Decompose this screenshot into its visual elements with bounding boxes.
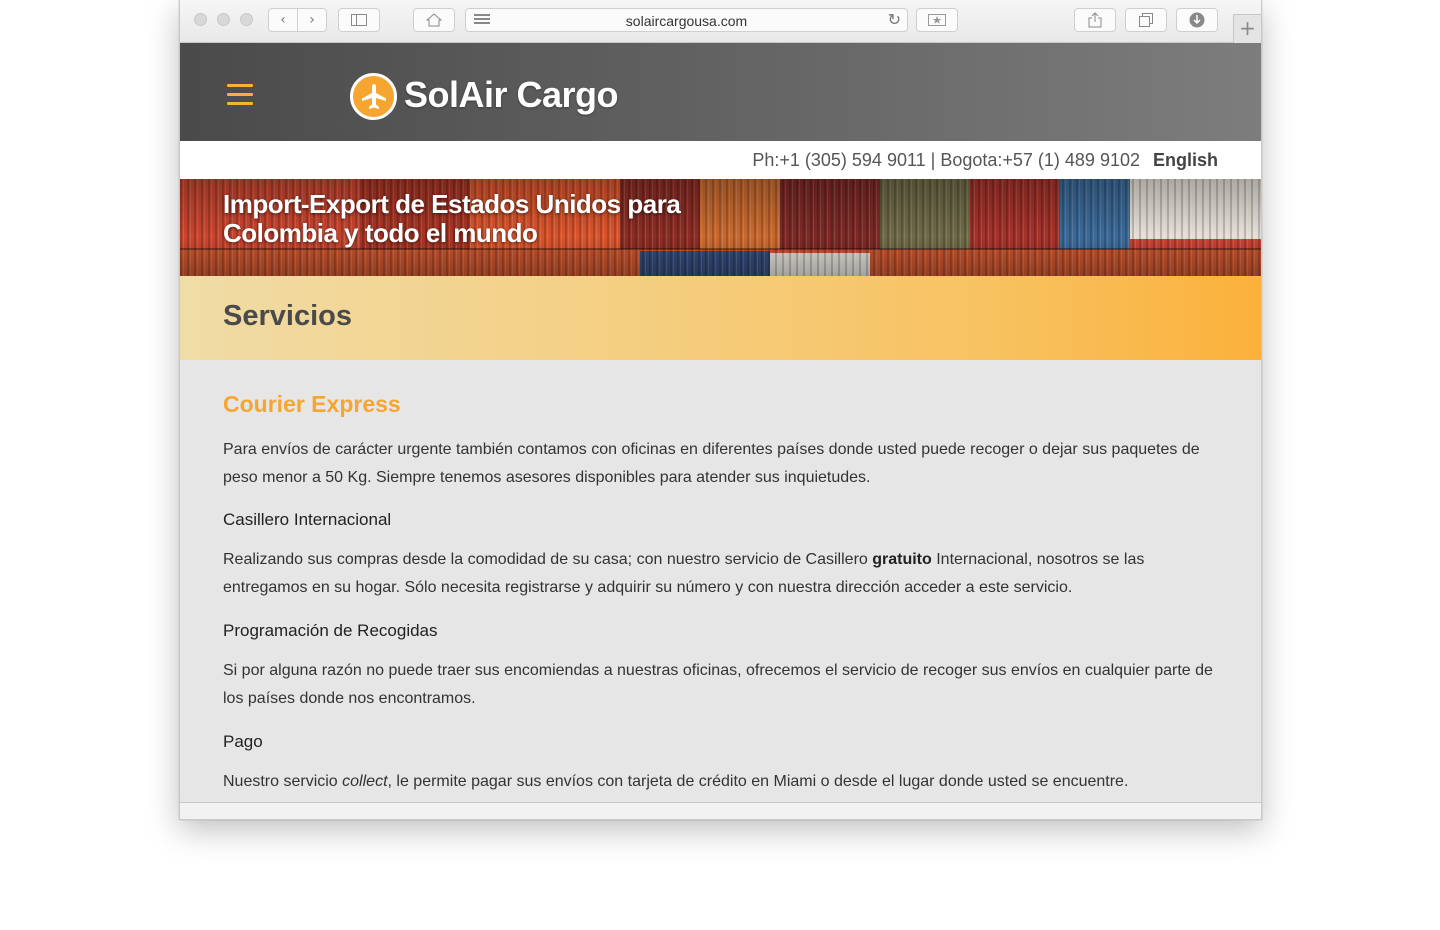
bookmark-button[interactable] <box>916 8 958 32</box>
courier-express-text: Para envíos de carácter urgente también … <box>223 441 1200 486</box>
share-icon <box>1088 12 1102 28</box>
zoom-window-button[interactable] <box>240 13 253 26</box>
reload-icon[interactable]: ↻ <box>888 10 901 29</box>
sidebar-icon <box>351 14 367 26</box>
plus-icon: + <box>1239 16 1256 40</box>
airplane-logo-icon[interactable] <box>350 73 397 120</box>
casillero-heading: Casillero Internacional <box>223 510 392 529</box>
site-header: SolAir Cargo <box>180 43 1261 141</box>
browser-window: ‹ › solaircargousa.com ↻ + SolAir Cargo … <box>179 0 1262 820</box>
home-icon <box>426 13 442 27</box>
pago-text: Nuestro servicio collect, le permite pag… <box>223 773 1129 790</box>
chevron-left-icon: ‹ <box>280 12 286 28</box>
casillero-text: Realizando sus compras desde la comodida… <box>223 551 1145 596</box>
url-text: solaircargousa.com <box>625 13 748 29</box>
page-title: Servicios <box>223 300 352 332</box>
gratuito-emphasis: gratuito <box>872 551 932 568</box>
downloads-button[interactable] <box>1176 8 1218 32</box>
back-button[interactable]: ‹ <box>268 8 298 32</box>
window-bottom-edge <box>180 802 1261 819</box>
hero-title: Import-Export de Estados Unidos para Col… <box>223 190 743 248</box>
menu-icon[interactable] <box>227 84 253 111</box>
share-button[interactable] <box>1074 8 1116 32</box>
language-link[interactable]: English <box>1153 150 1218 171</box>
address-bar[interactable]: solaircargousa.com ↻ <box>465 8 908 32</box>
hero-title-line2: Colombia y todo el mundo <box>223 218 538 248</box>
recogidas-text: Si por alguna razón no puede traer sus e… <box>223 662 1213 707</box>
hero-title-line1: Import-Export de Estados Unidos para <box>223 189 681 219</box>
pago-heading: Pago <box>223 732 263 751</box>
new-tab-button[interactable]: + <box>1233 14 1261 43</box>
contact-bar: Ph:+1 (305) 594 9011 | Bogota:+57 (1) 48… <box>180 141 1261 179</box>
section-header: Servicios <box>180 276 1261 360</box>
minimize-window-button[interactable] <box>217 13 230 26</box>
star-icon <box>928 14 946 26</box>
close-window-button[interactable] <box>194 13 207 26</box>
courier-express-heading: Courier Express <box>223 391 401 417</box>
tabs-overview-button[interactable] <box>1125 8 1167 32</box>
sidebar-button[interactable] <box>338 8 380 32</box>
home-button[interactable] <box>413 8 455 32</box>
chevron-right-icon: › <box>309 12 315 28</box>
forward-button[interactable]: › <box>297 8 327 32</box>
site-logo-text[interactable]: SolAir Cargo <box>404 74 619 116</box>
hero-banner: Import-Export de Estados Unidos para Col… <box>180 179 1261 276</box>
browser-toolbar: ‹ › solaircargousa.com ↻ + <box>180 0 1261 43</box>
recogidas-heading: Programación de Recogidas <box>223 621 438 640</box>
phone-numbers: Ph:+1 (305) 594 9011 | Bogota:+57 (1) 48… <box>752 150 1140 170</box>
download-icon <box>1189 12 1205 28</box>
collect-emphasis: collect <box>342 773 388 790</box>
tabs-icon <box>1139 13 1153 27</box>
